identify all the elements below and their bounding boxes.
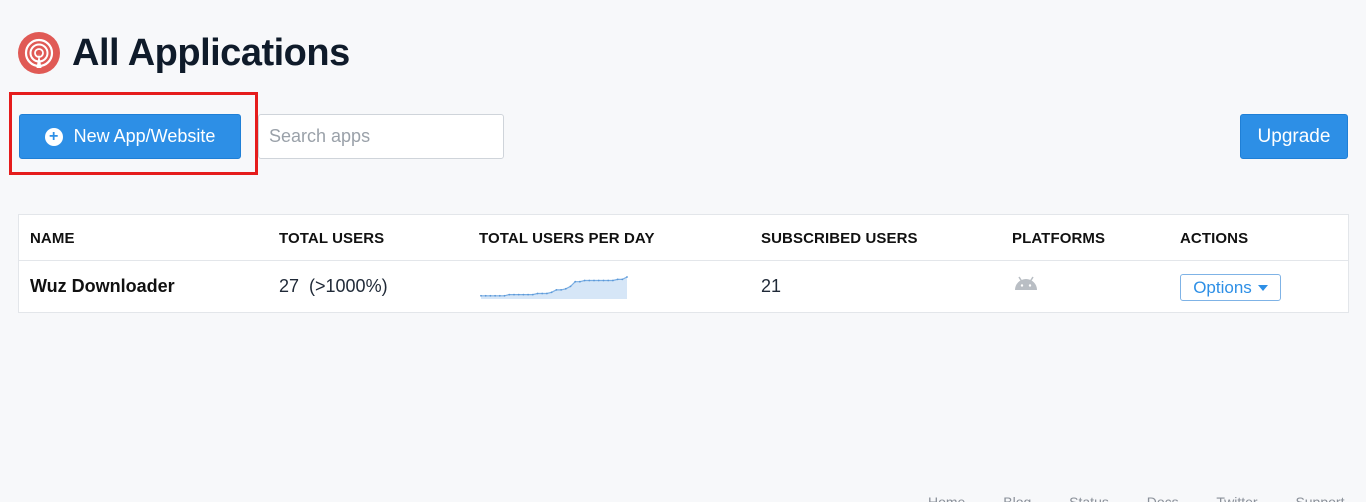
options-label: Options [1193,277,1252,297]
footer-link-blog[interactable]: Blog [1003,494,1031,502]
sparkline-point [536,292,539,295]
sparkline-point [569,285,572,288]
sparkline-point [593,279,595,282]
sparkline-point [480,294,482,297]
page: All Applications + New App/Website Upgra… [0,0,1366,502]
sparkline-point [579,280,581,283]
sparkline-point [560,289,562,291]
new-app-button-label: New App/Website [73,126,216,146]
column-header-subscribed-users: SUBSCRIBED USERS [761,230,918,247]
new-app-button[interactable]: + New App/Website [19,114,241,159]
sparkline-point [612,279,614,282]
sparkline-point [517,293,520,296]
upgrade-button[interactable]: Upgrade [1240,114,1348,159]
table-header: NAME TOTAL USERS TOTAL USERS PER DAY SUB… [19,215,1348,261]
column-header-users-per-day: TOTAL USERS PER DAY [479,230,655,247]
column-header-platforms: PLATFORMS [1012,230,1106,247]
total-users-value: 27 (>1000%) [279,276,388,296]
sparkline-point [513,293,515,296]
search-input[interactable] [258,114,504,159]
sparkline-point [602,279,605,282]
sparkline-point [616,278,619,281]
sparkline-point [498,294,501,297]
table-row[interactable]: Wuz Downloader 27 (>1000%) 21 Options [19,261,1348,313]
column-header-total-users: TOTAL USERS [279,230,385,247]
page-header: All Applications [18,30,350,76]
caret-down-icon [1257,284,1268,291]
broadcast-logo-icon [18,32,60,74]
sparkline-point [574,280,577,283]
sparkline-point [546,292,548,295]
sparkline-point [494,294,496,297]
sparkline-point [597,279,600,282]
sparkline-point [626,276,628,278]
sparkline-point [484,294,487,297]
sparkline-point [503,294,506,297]
sparkline-point [508,293,511,296]
sparkline-point [588,279,591,282]
footer-link-twitter[interactable]: Twitter [1216,494,1257,502]
app-name-link[interactable]: Wuz Downloader [30,276,175,297]
column-header-actions: ACTIONS [1180,230,1249,247]
sparkline-point [522,293,525,296]
subscribed-users-value: 21 [761,276,782,296]
footer-link-status[interactable]: Status [1069,494,1109,502]
sparkline-point [621,278,624,281]
footer-link-home[interactable]: Home [928,494,965,502]
users-per-day-sparkline [480,276,628,299]
sparkline-point [564,287,567,290]
apps-table: NAME TOTAL USERS TOTAL USERS PER DAY SUB… [18,214,1349,313]
column-header-name: NAME [30,230,75,247]
sparkline-point [583,279,586,282]
sparkline-point [489,294,492,297]
sparkline-point [555,289,558,291]
footer: Home Blog Status Docs Twitter Support [928,494,1366,502]
footer-link-support[interactable]: Support [1295,494,1344,502]
options-dropdown-button[interactable]: Options [1180,274,1281,301]
sparkline-point [541,292,544,295]
sparkline-point [607,279,610,282]
android-icon [1013,275,1039,296]
footer-link-docs[interactable]: Docs [1147,494,1179,502]
sparkline-point [531,293,534,296]
sparkline-point [527,293,529,296]
plus-circle-icon: + [44,127,63,146]
page-title: All Applications [72,32,350,74]
sparkline-point [550,291,553,294]
